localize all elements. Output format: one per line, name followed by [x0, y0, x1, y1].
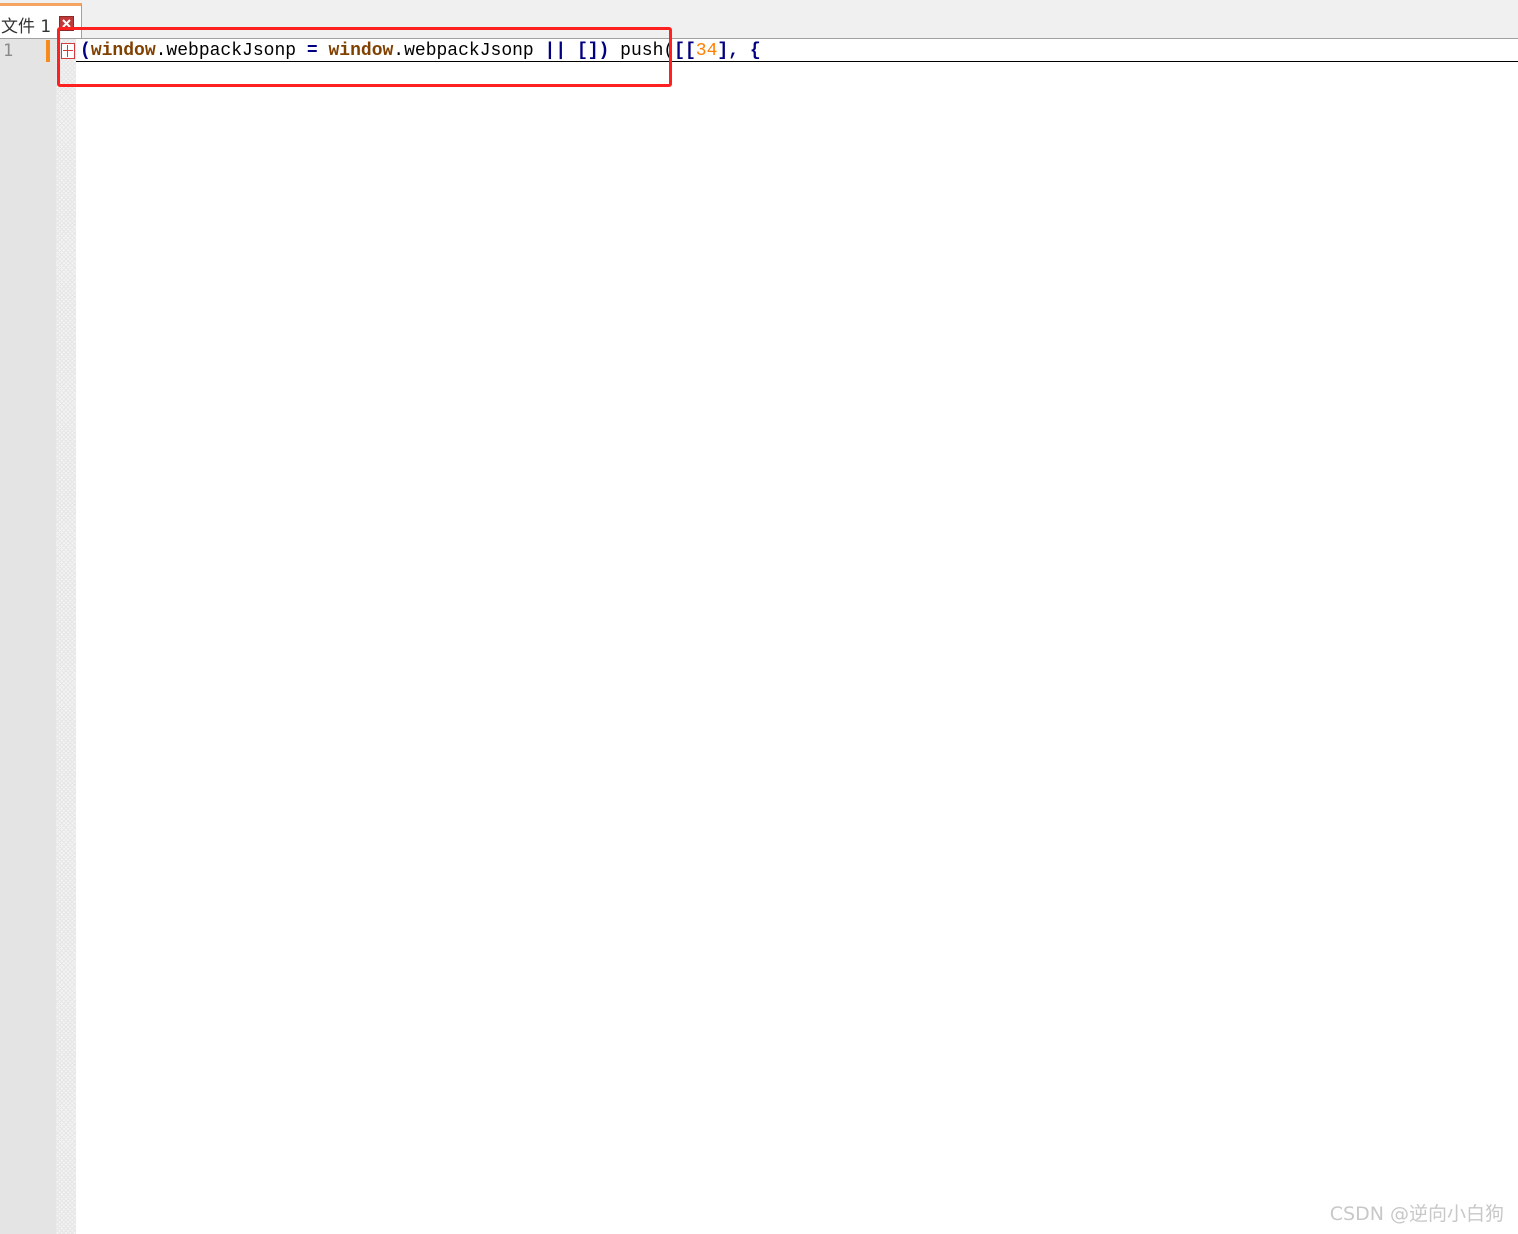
fold-margin[interactable] [56, 39, 76, 1234]
watermark: CSDN @逆向小白狗 [1329, 1203, 1504, 1225]
tab-file-1[interactable]: 文件 1 [0, 3, 82, 38]
code-token-operator: = [306, 41, 318, 61]
tab-bar: 文件 1 [0, 0, 1518, 39]
code-token-operator: [[ [674, 41, 696, 61]
code-token: .webpackJsonp [155, 41, 307, 61]
code-token-operator: || [544, 41, 567, 61]
line-number: 1 [3, 41, 14, 61]
code-token-number: 34 [695, 41, 718, 61]
fold-plus-icon[interactable] [61, 43, 75, 59]
code-token: .webpackJsonp [393, 41, 545, 61]
change-history-bar [46, 40, 50, 62]
code-token-keyword: window [328, 41, 394, 61]
code-token-operator: []) [576, 41, 610, 61]
close-icon[interactable] [59, 16, 74, 31]
tab-label: 文件 1 [1, 17, 52, 37]
code-token-keyword: window [90, 41, 156, 61]
line-number-margin: 1 [0, 39, 18, 1234]
code-token: push( [609, 41, 675, 61]
code-line-1[interactable]: (window.webpackJsonp = window.webpackJso… [80, 40, 761, 62]
code-token: ( [80, 41, 91, 61]
code-editor[interactable] [76, 39, 1518, 1234]
code-token-operator: ], [717, 41, 739, 61]
bookmark-margin[interactable] [18, 39, 56, 1234]
code-token-operator: { [749, 41, 761, 61]
